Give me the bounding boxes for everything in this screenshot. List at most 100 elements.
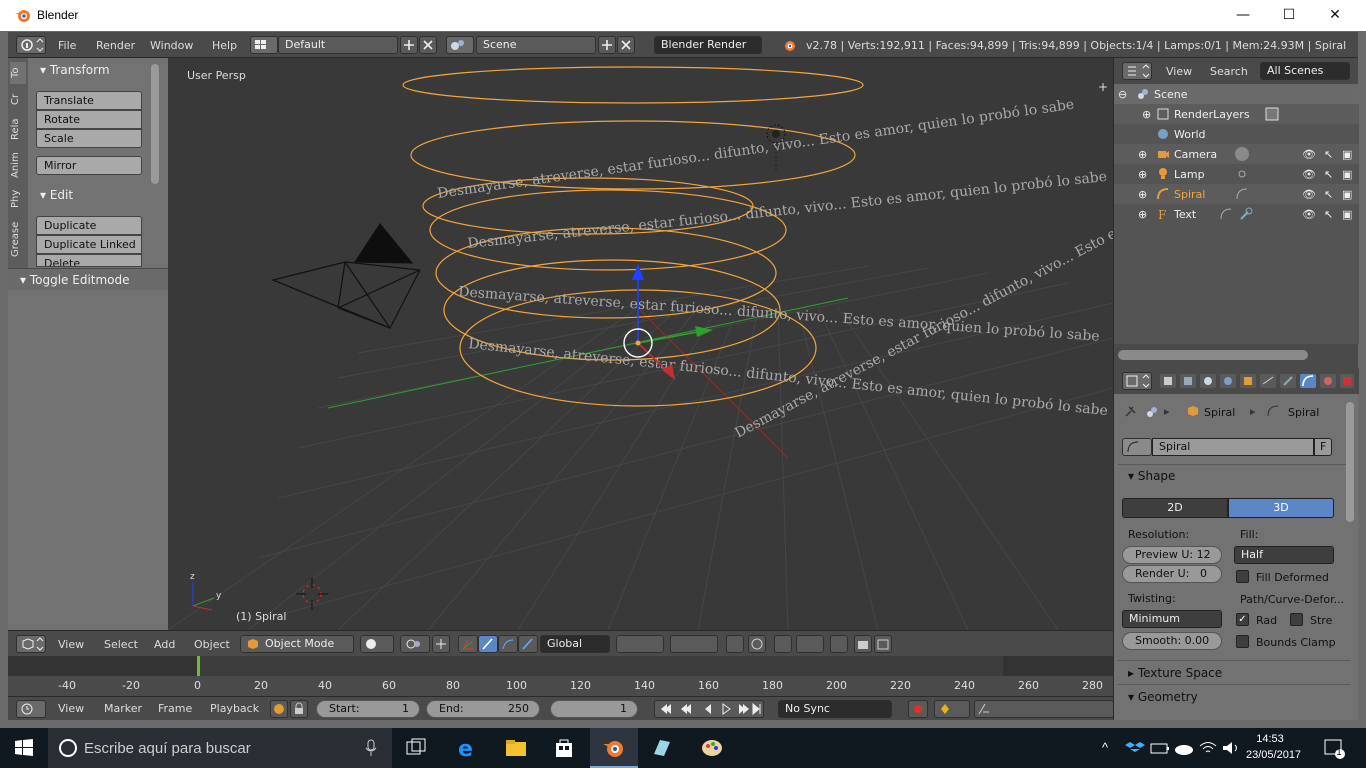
transform-orientation-select[interactable]: Global <box>540 635 610 653</box>
smooth-field[interactable]: Smooth: 0.00 <box>1122 632 1222 650</box>
3d-cursor[interactable] <box>296 578 328 610</box>
microphone-icon[interactable] <box>364 738 378 758</box>
selectability-arrow-icon[interactable]: ↖ <box>1324 188 1336 201</box>
2d-toggle-button[interactable]: 2D <box>1122 498 1228 518</box>
preview-resolution-field[interactable]: Preview U: 12 <box>1122 546 1222 564</box>
layer-buttons-group-2[interactable] <box>670 635 718 653</box>
viewport-editor-type-icon[interactable] <box>16 635 46 653</box>
info-editor-type-icon[interactable] <box>16 36 46 54</box>
bounds-clamp-checkbox[interactable] <box>1236 635 1249 648</box>
maximize-button[interactable]: ☐ <box>1266 0 1312 31</box>
current-frame-field[interactable]: 1 <box>550 700 638 718</box>
tab-physics[interactable]: Phy <box>10 186 26 212</box>
expand-icon[interactable]: ⊕ <box>1138 188 1150 201</box>
visibility-eye-icon[interactable]: 👁 <box>1302 208 1316 221</box>
tab-create[interactable]: Cr <box>10 88 26 110</box>
windows-start-icon[interactable] <box>12 736 36 760</box>
snap-toggle-icon[interactable] <box>774 635 792 653</box>
menu-render[interactable]: Render <box>96 39 135 52</box>
show-hidden-icons-icon[interactable]: ^ <box>1102 740 1108 755</box>
add-scene-icon[interactable] <box>598 36 616 54</box>
keying-set-icon[interactable] <box>934 700 970 718</box>
twisting-mode-select[interactable]: Minimum <box>1122 610 1222 628</box>
viewport-menu-add[interactable]: Add <box>154 638 175 651</box>
outliner-tree[interactable]: ⊖ Scene ⊕ RenderLayers World ⊕ Camera 👁 … <box>1114 84 1359 344</box>
interaction-mode-select[interactable]: Object Mode <box>240 635 354 653</box>
expand-icon[interactable]: ⊕ <box>1142 108 1154 121</box>
pivot-point-select[interactable] <box>400 635 430 653</box>
task-view-icon[interactable] <box>404 736 428 760</box>
viewport-menu-object[interactable]: Object <box>194 638 230 651</box>
snap-element-select[interactable] <box>796 635 824 653</box>
current-frame-marker[interactable] <box>197 656 200 676</box>
close-button[interactable]: ✕ <box>1312 0 1358 31</box>
visibility-eye-icon[interactable]: 👁 <box>1302 188 1316 201</box>
properties-editor-type-icon[interactable] <box>1122 372 1152 390</box>
timeline-menu-playback[interactable]: Playback <box>210 702 259 715</box>
proportional-edit-icon[interactable] <box>748 635 766 653</box>
viewport-canvas[interactable]: Desmayarse, atreverse, estar furioso... … <box>168 58 1113 630</box>
opengl-render-icon[interactable] <box>854 635 872 653</box>
notes-app-icon[interactable] <box>650 736 674 760</box>
opengl-animation-icon[interactable] <box>874 635 892 653</box>
end-frame-field[interactable]: End: 250 <box>426 700 540 718</box>
outliner-row-text[interactable]: ⊕ F Text 👁 ↖ ▣ <box>1114 204 1359 224</box>
menu-window[interactable]: Window <box>150 39 193 52</box>
renderability-camera-icon[interactable]: ▣ <box>1342 168 1354 181</box>
volume-icon[interactable] <box>1220 736 1244 760</box>
tab-relations[interactable]: Rela <box>10 114 26 144</box>
expand-icon[interactable]: ⊕ <box>1138 168 1150 181</box>
selectability-arrow-icon[interactable]: ↖ <box>1324 148 1336 161</box>
onedrive-cloud-icon[interactable] <box>1172 736 1196 760</box>
rotate-manipulator-icon[interactable] <box>478 635 498 653</box>
blender-taskbar-button[interactable] <box>590 728 638 768</box>
minimize-button[interactable]: — <box>1220 0 1266 31</box>
outliner-row-spiral[interactable]: ⊕ Spiral 👁 ↖ ▣ <box>1114 184 1359 204</box>
tab-animation[interactable]: Anim <box>10 148 26 182</box>
transform-panel-header[interactable]: ▾ Transform <box>40 63 110 77</box>
layout-name-field[interactable]: Default <box>278 36 398 54</box>
viewport-shading-select[interactable] <box>360 635 394 653</box>
3d-viewport[interactable]: Desmayarse, atreverse, estar furioso... … <box>168 58 1113 630</box>
fake-user-button[interactable]: F <box>1314 438 1332 456</box>
menu-help[interactable]: Help <box>212 39 237 52</box>
active-keying-set-field[interactable] <box>974 700 1114 718</box>
menu-file[interactable]: File <box>58 39 76 52</box>
outliner-row-renderlayers[interactable]: ⊕ RenderLayers <box>1114 104 1359 124</box>
outliner-menu-search[interactable]: Search <box>1210 65 1248 78</box>
properties-context-tabs[interactable] <box>1160 373 1355 389</box>
renderability-camera-icon[interactable]: ▣ <box>1342 148 1354 161</box>
playback-controls[interactable] <box>654 700 764 718</box>
lock-layers-icon[interactable] <box>726 635 744 653</box>
properties-toggle-icon[interactable]: + <box>1098 80 1108 94</box>
remove-scene-icon[interactable] <box>617 36 635 54</box>
viewport-menu-select[interactable]: Select <box>104 638 138 651</box>
3d-toggle-button[interactable]: 3D <box>1228 498 1334 518</box>
visibility-eye-icon[interactable]: 👁 <box>1302 168 1316 181</box>
manipulator-extra-icon[interactable] <box>518 635 538 653</box>
renderability-camera-icon[interactable]: ▣ <box>1342 208 1354 221</box>
manipulator-toggle-icon[interactable] <box>432 635 450 653</box>
tab-tools[interactable]: To <box>10 62 26 84</box>
radius-checkbox-checked[interactable]: ✓ <box>1236 613 1249 626</box>
timeline-menu-frame[interactable]: Frame <box>158 702 192 715</box>
edge-browser-icon[interactable]: e <box>456 736 480 760</box>
outliner-row-scene[interactable]: ⊖ Scene <box>1114 84 1359 104</box>
toggle-editmode-panel[interactable]: ▾ Toggle Editmode <box>8 268 168 290</box>
taskbar-search-box[interactable]: Escribe aquí para buscar <box>48 728 392 768</box>
record-keyframe-icon[interactable] <box>908 700 928 718</box>
visibility-eye-icon[interactable]: 👁 <box>1302 148 1316 161</box>
geometry-panel-header[interactable]: ▾ Geometry <box>1118 684 1350 708</box>
timeline-editor[interactable]: -40 -20 0 20 40 60 80 100 120 140 160 18… <box>8 656 1113 696</box>
fill-deformed-checkbox[interactable] <box>1236 570 1249 583</box>
mirror-button[interactable]: Mirror <box>36 156 142 175</box>
curved-text-object[interactable]: Desmayarse, atreverse, estar furioso... … <box>436 97 1113 442</box>
render-engine-select[interactable]: Blender Render <box>654 36 762 54</box>
curve-datablock-browse-icon[interactable] <box>1122 438 1152 456</box>
duplicate-button[interactable]: Duplicate <box>36 216 142 235</box>
pin-icon[interactable] <box>1122 404 1138 420</box>
expand-icon[interactable]: ⊕ <box>1138 148 1150 161</box>
translate-button[interactable]: Translate <box>36 91 142 110</box>
outliner-row-world[interactable]: World <box>1114 124 1359 144</box>
clock-date[interactable]: 23/05/2017 <box>1246 749 1301 761</box>
